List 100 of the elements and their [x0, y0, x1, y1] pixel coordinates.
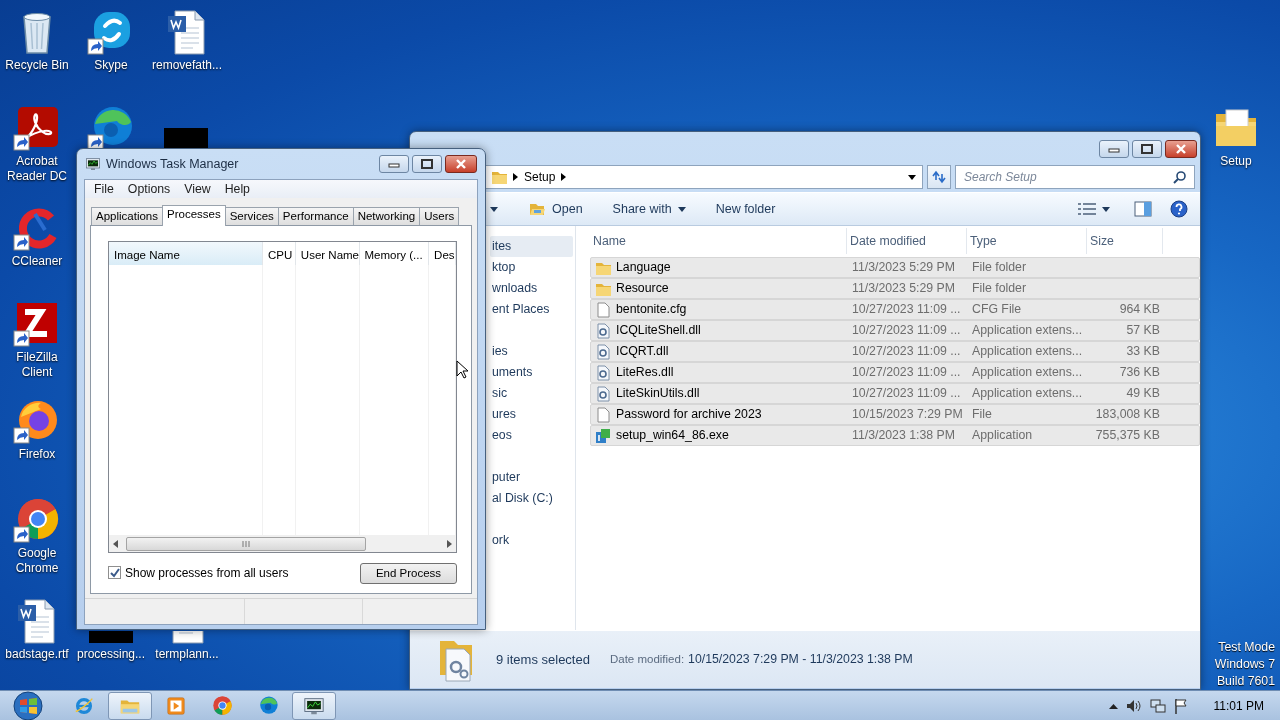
- file-name: Password for archive 2023: [616, 406, 762, 424]
- menu-item[interactable]: File: [87, 180, 121, 198]
- type-cell-text: Application extens...: [971, 343, 1084, 361]
- column-header[interactable]: CPU: [263, 242, 296, 265]
- date-cell-text: 10/27/2023 11:09 ...: [851, 343, 962, 361]
- type-cell-text: Application extens...: [971, 385, 1084, 403]
- date-cell-text: 11/3/2023 5:29 PM: [851, 280, 956, 298]
- status-label: Date modified:: [609, 653, 685, 666]
- nav-item[interactable]: eos: [490, 425, 573, 446]
- date-cell-text: 10/27/2023 11:09 ...: [851, 364, 962, 382]
- nav-item[interactable]: ites: [490, 236, 573, 257]
- nav-item[interactable]: ktop: [490, 257, 573, 278]
- nav-item[interactable]: ures: [490, 404, 573, 425]
- size-cell-text: 964 KB: [1118, 301, 1161, 319]
- menu-item[interactable]: View: [177, 180, 218, 198]
- column-header[interactable]: Date modified: [847, 228, 967, 255]
- end-process-button[interactable]: End Process: [360, 563, 457, 584]
- nav-item[interactable]: uments: [490, 362, 573, 383]
- breadcrumb[interactable]: Setup: [524, 168, 556, 186]
- nav-item[interactable]: ent Places: [490, 299, 573, 320]
- file-name: LiteRes.dll: [616, 364, 674, 382]
- desktop-icon-label[interactable]: badstage.rtf: [3, 647, 71, 662]
- desktop-icon-label[interactable]: processing...: [74, 647, 147, 662]
- file-row[interactable]: Language 11/3/2023 5:29 PM File folder: [590, 257, 1200, 278]
- date-cell-text: 11/3/2023 1:38 PM: [851, 427, 956, 445]
- date-cell-text: 11/3/2023 5:29 PM: [851, 259, 956, 277]
- column-header[interactable]: Des: [429, 242, 456, 265]
- column-header[interactable]: Name: [590, 228, 847, 255]
- size-cell-text: 736 KB: [1118, 364, 1161, 382]
- column-header[interactable]: Size: [1087, 228, 1163, 255]
- type-cell-text: Application extens...: [971, 322, 1084, 340]
- size-cell-text: 49 KB: [1125, 385, 1161, 403]
- type-cell-text: File: [971, 406, 993, 424]
- file-name: Language: [616, 259, 671, 277]
- date-cell-text: 10/15/2023 7:29 PM: [851, 406, 964, 424]
- file-name: ICQLiteShell.dll: [616, 322, 701, 340]
- clock[interactable]: 11:01 PM: [1213, 696, 1264, 715]
- type-cell-text: CFG File: [971, 301, 1023, 319]
- watermark-text: Test Mode: [1217, 639, 1275, 656]
- menu-item[interactable]: Options: [120, 180, 178, 198]
- search-field[interactable]: Search Setup: [955, 165, 1195, 189]
- toolbar-button[interactable]: Share with: [604, 196, 694, 222]
- column-header[interactable]: Image Name: [109, 242, 263, 265]
- checkbox-label: Show processes from all users: [125, 564, 289, 582]
- file-name: LiteSkinUtils.dll: [616, 385, 700, 403]
- size-cell-text: 755,375 KB: [1094, 427, 1161, 445]
- watermark-text: Windows 7: [1214, 656, 1275, 673]
- desktop-icon-label[interactable]: CCleaner: [9, 254, 65, 269]
- file-row[interactable]: Resource 11/3/2023 5:29 PM File folder: [590, 278, 1200, 299]
- desktop-icon-label[interactable]: FileZilla Client: [0, 350, 75, 380]
- type-cell-text: File folder: [971, 280, 1027, 298]
- date-cell-text: 10/27/2023 11:09 ...: [851, 385, 962, 403]
- window-title: Windows Task Manager: [106, 155, 240, 173]
- size-cell-text: 183,008 KB: [1094, 406, 1161, 424]
- selection-count: 9 items selected: [496, 650, 590, 669]
- date-cell-text: 10/27/2023 11:09 ...: [851, 301, 962, 319]
- menu-item[interactable]: Help: [217, 180, 257, 198]
- type-cell-text: Application: [971, 427, 1034, 445]
- nav-item[interactable]: puter: [490, 467, 573, 488]
- desktop-icon-label[interactable]: termplann...: [153, 647, 221, 662]
- type-cell-text: Application extens...: [971, 364, 1084, 382]
- date-cell-text: 10/27/2023 11:09 ...: [851, 322, 962, 340]
- tab[interactable]: Applications: [91, 207, 163, 225]
- type-cell-text: File folder: [971, 259, 1027, 277]
- file-row[interactable]: ICQLiteShell.dll 10/27/2023 11:09 ... Application extens... 57 KB: [590, 320, 1200, 341]
- nav-item[interactable]: ork: [490, 530, 573, 551]
- size-cell-text: 33 KB: [1125, 343, 1161, 361]
- toolbar-button[interactable]: New folder: [707, 196, 784, 222]
- column-header[interactable]: Type: [967, 228, 1087, 255]
- nav-item[interactable]: al Disk (C:): [490, 488, 573, 509]
- tab[interactable]: Networking: [352, 207, 421, 225]
- file-row[interactable]: Password for archive 2023 10/15/2023 7:29 PM File 183,008 KB: [590, 404, 1200, 425]
- desktop-icon-label[interactable]: Skype: [92, 58, 130, 73]
- size-cell-text: 57 KB: [1125, 322, 1161, 340]
- desktop-icon-label[interactable]: removefath...: [150, 58, 224, 73]
- nav-item[interactable]: wnloads: [490, 278, 573, 299]
- watermark-text: Build 7601: [1215, 673, 1275, 690]
- file-row[interactable]: ICQRT.dll 10/27/2023 11:09 ... Application extens... 33 KB: [590, 341, 1200, 362]
- file-row[interactable]: bentonite.cfg 10/27/2023 11:09 ... CFG File 964 KB: [590, 299, 1200, 320]
- column-header[interactable]: User Name: [295, 242, 360, 265]
- nav-item[interactable]: sic: [490, 383, 573, 404]
- file-name: Resource: [616, 280, 669, 298]
- file-row[interactable]: setup_win64_86.exe 11/3/2023 1:38 PM Application 755,375 KB: [590, 425, 1200, 446]
- desktop-icon-label[interactable]: Recycle Bin: [3, 58, 71, 73]
- desktop-icon-label[interactable]: Firefox: [16, 447, 58, 462]
- toolbar-button[interactable]: Open: [520, 196, 591, 222]
- desktop-icon-label[interactable]: Acrobat Reader DC: [0, 154, 75, 184]
- file-row[interactable]: LiteSkinUtils.dll 10/27/2023 11:09 ... Application extens... 49 KB: [590, 383, 1200, 404]
- nav-item[interactable]: ies: [490, 341, 573, 362]
- tab[interactable]: Services: [224, 207, 279, 225]
- tab[interactable]: Processes: [162, 205, 226, 226]
- column-header[interactable]: Memory (...: [359, 242, 430, 265]
- desktop-icon-label[interactable]: Setup: [1218, 154, 1254, 169]
- file-row[interactable]: LiteRes.dll 10/27/2023 11:09 ... Application extens... 736 KB: [590, 362, 1200, 383]
- file-name: ICQRT.dll: [616, 343, 669, 361]
- file-name: setup_win64_86.exe: [616, 427, 729, 445]
- tab[interactable]: Performance: [277, 207, 354, 225]
- status-value: 10/15/2023 7:29 PM - 11/3/2023 1:38 PM: [688, 652, 913, 667]
- tab[interactable]: Users: [419, 207, 460, 225]
- desktop-icon-label[interactable]: Google Chrome: [0, 546, 75, 576]
